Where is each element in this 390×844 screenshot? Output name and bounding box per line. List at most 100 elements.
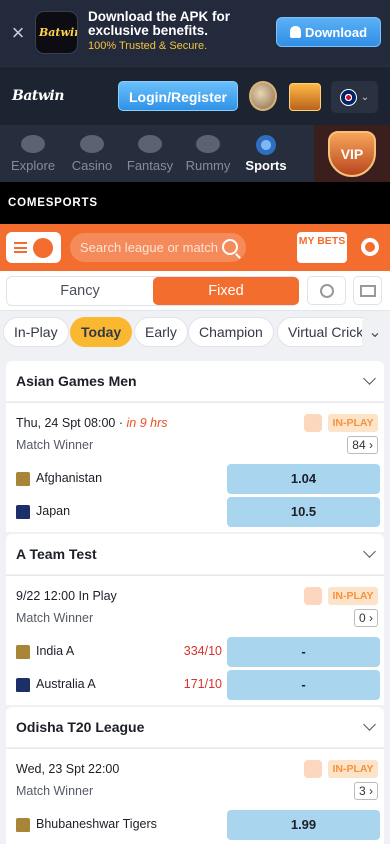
filter-virtual-cricket[interactable]: Virtual Crick (277, 317, 375, 347)
odds-button[interactable]: 1.99 (227, 810, 380, 840)
team-name: Bhubaneshwar Tigers (36, 817, 157, 831)
team-name: Japan (36, 504, 71, 518)
team-row: Japan 10.5 (6, 497, 384, 527)
league-header[interactable]: Asian Games Men (6, 361, 384, 401)
team-name: Australia A (36, 677, 96, 691)
category-sports[interactable]: Sports (245, 125, 287, 182)
stats-icon[interactable] (304, 587, 322, 605)
fantasy-icon (138, 135, 162, 153)
filter-in-play[interactable]: In-Play (3, 317, 69, 347)
search-placeholder: Search league or match (80, 240, 219, 255)
vip-badge[interactable]: VIP (314, 125, 390, 182)
sports-toolbar: Search league or match MY BETS (0, 224, 390, 271)
jersey-icon (16, 678, 30, 692)
jersey-icon (16, 645, 30, 659)
provider-logo: COMESPORTS (8, 197, 98, 209)
language-selector[interactable]: ⌄ (331, 81, 378, 113)
filter-early[interactable]: Early (134, 317, 188, 347)
markets-count-button[interactable]: 0 › (353, 609, 378, 627)
odds-button[interactable]: - (227, 637, 380, 667)
tab-fancy[interactable]: Fancy (7, 277, 153, 305)
team-score: 171/10 (183, 677, 222, 691)
timer-icon (320, 284, 334, 298)
android-icon (289, 26, 301, 38)
close-icon[interactable]: × (8, 22, 28, 44)
league-header[interactable]: A Team Test (6, 534, 384, 574)
league-title: Odisha T20 League (16, 719, 145, 735)
chevron-down-icon (363, 545, 376, 558)
chevron-down-icon: ⌄ (360, 91, 370, 103)
team-row: India A 334/10 - (6, 637, 384, 667)
category-fantasy[interactable]: Fantasy (126, 125, 174, 182)
app-logo: Batwin (35, 11, 78, 54)
site-logo[interactable]: Batwin (12, 88, 64, 104)
uk-flag-icon (339, 88, 357, 106)
category-label: Explore (10, 158, 56, 173)
apk-banner-subtitle: 100% Trusted & Secure. (88, 40, 208, 52)
login-register-button[interactable]: Login/Register (118, 81, 238, 111)
gear-icon[interactable] (361, 238, 379, 256)
category-label: Casino (71, 158, 113, 173)
markets-count-button[interactable]: 84 › (347, 436, 378, 454)
cricket-ball-icon (33, 237, 53, 258)
category-casino[interactable]: Casino (71, 125, 113, 182)
category-explore[interactable]: Explore (11, 125, 55, 182)
league-header[interactable]: Odisha T20 League (6, 707, 384, 747)
match-time: 9/22 12:00 In Play (16, 589, 117, 603)
mode-bar: Fancy Fixed (0, 271, 390, 311)
filter-champion[interactable]: Champion (188, 317, 274, 347)
league-title: A Team Test (16, 546, 97, 562)
stats-icon[interactable] (304, 414, 322, 432)
team-score: 334/10 (183, 644, 222, 658)
match-card[interactable]: 9/22 12:00 In Play IN-PLAY Match Winner … (6, 575, 384, 705)
match-card[interactable]: Thu, 24 Spt 08:00 · in 9 hrs IN-PLAY Mat… (6, 402, 384, 532)
filter-today[interactable]: Today (70, 317, 133, 347)
category-rummy[interactable]: Rummy (184, 125, 232, 182)
provider-strip: COMESPORTS (0, 182, 390, 224)
stats-icon[interactable] (304, 760, 322, 778)
category-label: Sports (245, 158, 287, 173)
status-badge: IN-PLAY (328, 760, 378, 778)
chevron-down-icon (363, 718, 376, 731)
odds-button[interactable]: - (227, 670, 380, 700)
filter-row: In-Play Today Early Champion Virtual Cri… (0, 311, 390, 354)
team-name: Afghanistan (36, 471, 103, 485)
status-badge: IN-PLAY (328, 587, 378, 605)
mode-switch: Fancy Fixed (6, 276, 299, 306)
promo-pot-icon[interactable] (249, 81, 277, 111)
tab-fixed[interactable]: Fixed (153, 277, 299, 305)
sports-menu-button[interactable] (6, 232, 61, 263)
league-title: Asian Games Men (16, 373, 137, 389)
apk-banner-title: Download the APK for exclusive benefits. (88, 9, 230, 38)
apk-banner: × Batwin Download the APK for exclusive … (0, 0, 390, 66)
search-input[interactable]: Search league or match (70, 233, 246, 262)
explore-icon (21, 135, 45, 153)
download-button[interactable]: Download (276, 17, 381, 47)
odds-button[interactable]: 10.5 (227, 497, 380, 527)
team-row: Australia A 171/10 - (6, 670, 384, 700)
timer-button[interactable] (307, 276, 346, 305)
match-time: Thu, 24 Spt 08:00 · in 9 hrs (16, 416, 168, 430)
team-row: Bhubaneshwar Tigers 1.99 (6, 810, 384, 840)
search-icon (222, 239, 238, 255)
match-card[interactable]: Wed, 23 Spt 22:00 IN-PLAY Match Winner 3… (6, 748, 384, 844)
match-countdown: in 9 hrs (126, 416, 168, 430)
odds-button[interactable]: 1.04 (227, 464, 380, 494)
treasure-chest-icon[interactable] (289, 83, 321, 111)
market-name: Match Winner (16, 438, 94, 452)
rummy-icon (196, 135, 220, 153)
my-bets-button[interactable]: MY BETS (297, 232, 347, 263)
category-label: Rummy (185, 158, 231, 173)
market-name: Match Winner (16, 784, 94, 798)
chevron-double-down-icon[interactable]: ⌄ (362, 320, 388, 346)
status-badge: IN-PLAY (328, 414, 378, 432)
jersey-icon (16, 505, 30, 519)
sports-icon (256, 135, 276, 155)
markets-count-button[interactable]: 3 › (353, 782, 378, 800)
chevron-down-icon (363, 372, 376, 385)
layout-icon (360, 285, 376, 297)
match-time: Wed, 23 Spt 22:00 (16, 762, 120, 776)
layout-button[interactable] (353, 276, 382, 305)
team-row: Afghanistan 1.04 (6, 464, 384, 494)
vip-shield-icon: VIP (328, 131, 376, 177)
